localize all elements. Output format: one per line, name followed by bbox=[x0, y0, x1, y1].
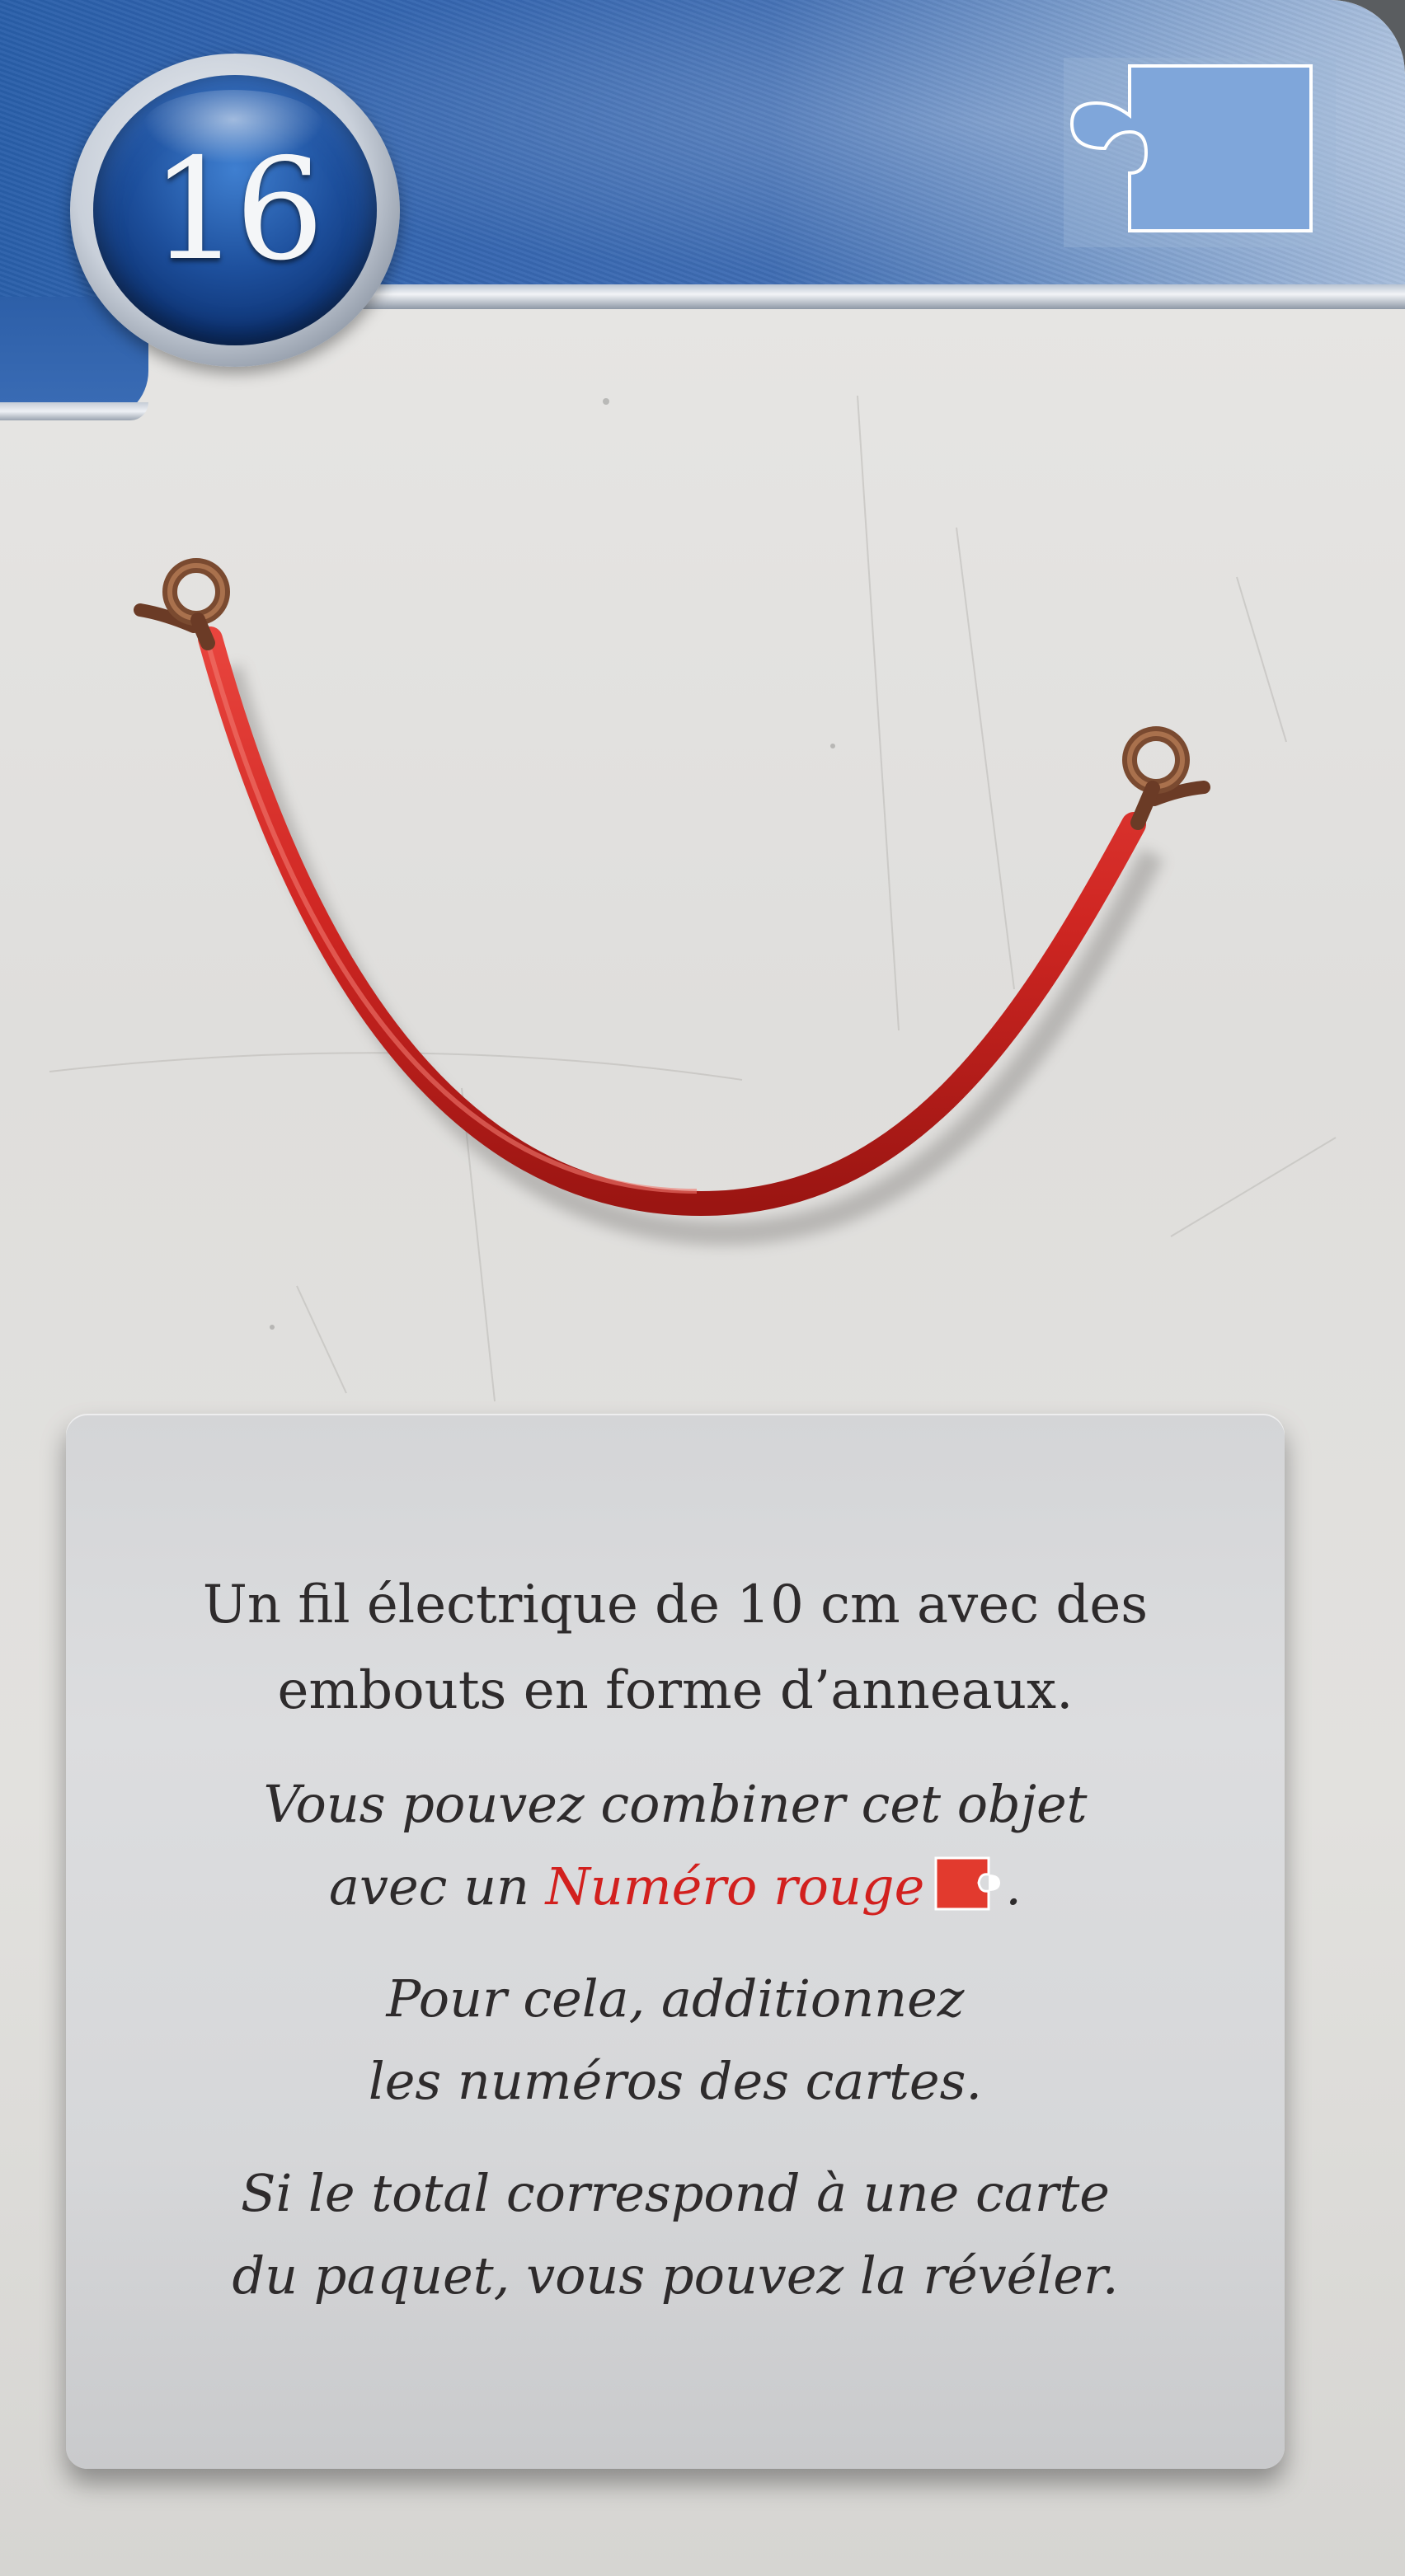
card-number: 16 bbox=[150, 129, 324, 292]
red-puzzle-piece-icon bbox=[934, 1856, 1001, 1911]
description-line-2: embouts en forme d’anneaux. bbox=[277, 1660, 1074, 1721]
item-card: 16 Un fil électrique de 10 cm avec des e… bbox=[0, 0, 1405, 2576]
right-ring-terminal bbox=[1122, 726, 1210, 830]
instruction-line-2: les numéros des cartes. bbox=[368, 2051, 983, 2111]
text-panel: Un fil électrique de 10 cm avec des embo… bbox=[66, 1414, 1285, 2469]
combine-line-2: avec un Numéro rouge. bbox=[66, 1846, 1285, 1928]
combine-suffix: . bbox=[1005, 1856, 1022, 1917]
panel-text: Un fil électrique de 10 cm avec des embo… bbox=[66, 1562, 1285, 2317]
card-header: 16 bbox=[0, 0, 1405, 420]
combine-line-1: Vous pouvez combiner cet objet bbox=[263, 1774, 1088, 1834]
puzzle-piece-icon bbox=[1064, 58, 1336, 247]
red-number-label: Numéro rouge bbox=[545, 1856, 925, 1917]
reveal-line-1: Si le total correspond à une carte bbox=[241, 2163, 1110, 2223]
medallion-core: 16 bbox=[93, 75, 377, 345]
combine-prefix: avec un bbox=[328, 1856, 546, 1917]
reveal-line-2: du paquet, vous pouvez la révéler. bbox=[232, 2245, 1119, 2306]
left-ring-terminal bbox=[134, 558, 230, 650]
red-wire-illustration bbox=[134, 558, 1210, 1246]
description-line-1: Un fil électrique de 10 cm avec des bbox=[202, 1574, 1149, 1635]
instruction-line-1: Pour cela, additionnez bbox=[386, 1968, 965, 2029]
card-number-medallion: 16 bbox=[70, 54, 400, 367]
